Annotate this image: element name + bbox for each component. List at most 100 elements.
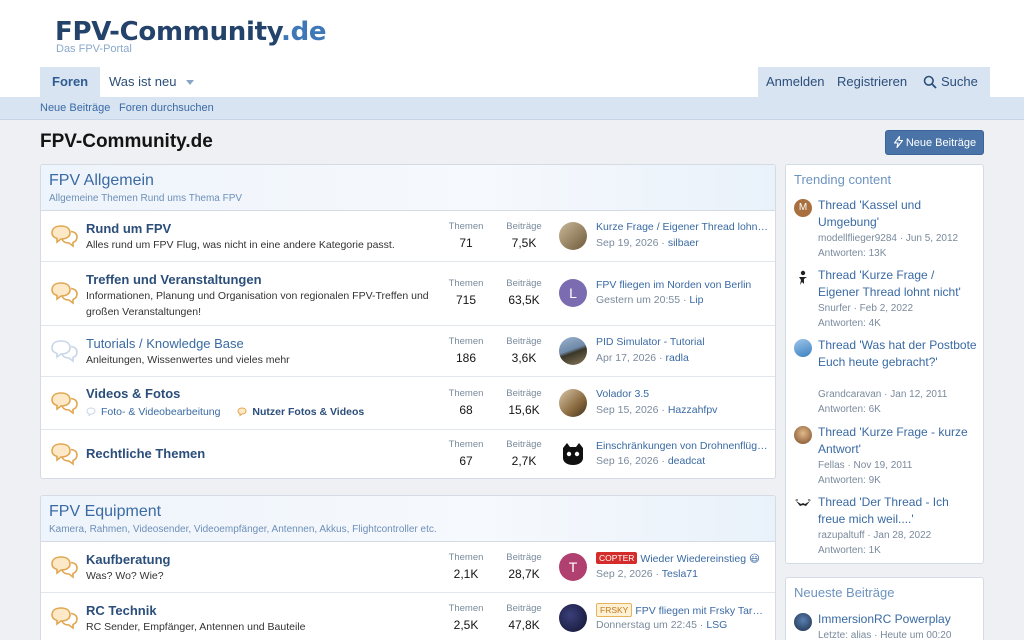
newest-title[interactable]: ImmersionRC Powerplay — [818, 611, 978, 628]
stat-beitraege: Beiträge 28,7K — [499, 552, 549, 581]
logo-tagline: Das FPV-Portal — [56, 43, 132, 55]
category-title[interactable]: FPV Equipment — [49, 503, 161, 521]
forum-row: RC Technik RC Sender, Empfänger, Antenne… — [41, 593, 775, 640]
last-post-date[interactable]: Sep 19, 2026 — [596, 237, 658, 249]
last-post-date[interactable]: Gestern um 20:55 — [596, 294, 680, 306]
last-post-user[interactable]: silbaer — [668, 237, 699, 249]
last-post: COPTER Wieder Wiedereinstieg 😃 — [596, 552, 760, 565]
last-post-date[interactable]: Sep 2, 2026 — [596, 568, 653, 580]
forum-title[interactable]: Rechtliche Themen — [86, 446, 205, 461]
stat-label: Themen — [448, 278, 484, 289]
last-post-title[interactable]: FPV fliegen mit Frsky Taranis — [635, 605, 768, 617]
last-post-title[interactable]: Volador 3.5 — [596, 388, 649, 400]
avatar[interactable] — [794, 496, 812, 514]
chat-bubbles-icon — [51, 443, 78, 466]
bolt-icon — [893, 135, 903, 149]
category-fpv-allgemein: FPV Allgemein Allgemeine Themen Rund ums… — [40, 164, 776, 479]
last-post-user[interactable]: LSG — [706, 619, 727, 631]
last-post-date[interactable]: Sep 15, 2026 — [596, 404, 658, 416]
trending-title[interactable]: Thread 'Der Thread - Ich freue mich weil… — [818, 494, 978, 528]
chat-bubbles-icon — [51, 225, 78, 248]
last-post-title[interactable]: PID Simulator - Tutorial — [596, 336, 705, 348]
trending-title[interactable]: Thread 'Kurze Frage - kurze Antwort' — [818, 424, 978, 458]
stat-beitraege: Beiträge 3,6K — [499, 336, 549, 365]
category-title[interactable]: FPV Allgemein — [49, 172, 154, 190]
newest-meta: Letzte: alias · Heute um 00:20 — [818, 630, 952, 640]
last-post-title[interactable]: Einschränkungen von Drohnenflügen — [596, 440, 768, 452]
prefix-badge[interactable]: COPTER — [596, 552, 638, 564]
forum-title[interactable]: Rund um FPV — [86, 221, 171, 236]
avatar[interactable]: M — [794, 199, 812, 217]
forum-title[interactable]: Treffen und Veranstaltungen — [86, 272, 262, 287]
search-forums-link[interactable]: Foren durchsuchen — [119, 97, 214, 119]
trending-item: M Thread 'Kassel und Umgebung' modellfli… — [794, 197, 980, 261]
chevron-down-icon[interactable] — [186, 80, 195, 86]
trending-meta: Grandcaravan · Jan 12, 2011 — [818, 389, 948, 400]
sub-forum-list: Foto- & Videobearbeitung Nutzer Fotos & … — [86, 406, 378, 418]
last-post-date[interactable]: Apr 17, 2026 — [596, 352, 656, 364]
last-post-meta: Sep 15, 2026 · Hazzahfpv — [596, 404, 718, 416]
stat-themen: Themen 2,1K — [441, 552, 491, 581]
last-post-user[interactable]: Hazzahfpv — [668, 404, 718, 416]
prefix-badge[interactable]: FRSKY — [596, 603, 633, 617]
trending-title[interactable]: Thread 'Kassel und Umgebung' — [818, 197, 978, 231]
last-post-user[interactable]: Lip — [689, 294, 703, 306]
stat-label: Beiträge — [506, 278, 542, 289]
chat-bubbles-icon — [51, 282, 78, 305]
last-post-date[interactable]: Sep 16, 2026 — [596, 455, 658, 467]
trending-title[interactable]: Thread 'Was hat der Postbote Euch heute … — [818, 337, 978, 371]
search-button[interactable]: Suche — [915, 67, 990, 97]
trending-replies: Antworten: 9K — [818, 475, 881, 486]
trending-item: Thread 'Kurze Frage - kurze Antwort' Fel… — [794, 424, 980, 488]
forum-title[interactable]: Tutorials / Knowledge Base — [86, 336, 244, 351]
stat-value: 63,5K — [508, 293, 540, 307]
forum-row: Videos & Fotos Foto- & Videobearbeitung … — [41, 377, 775, 430]
tab-was-ist-neu-label: Was ist neu — [109, 74, 177, 89]
tab-was-ist-neu[interactable]: Was ist neu — [97, 67, 206, 97]
sub-forum-link[interactable]: Foto- & Videobearbeitung — [86, 406, 220, 418]
stat-themen: Themen 67 — [441, 439, 491, 468]
last-post-meta: Gestern um 20:55 · Lip — [596, 294, 704, 306]
last-post-user[interactable]: Tesla71 — [662, 568, 698, 580]
avatar[interactable] — [794, 426, 812, 444]
last-post-date[interactable]: Donnerstag um 22:45 — [596, 619, 697, 631]
new-posts-link[interactable]: Neue Beiträge — [40, 97, 110, 119]
avatar[interactable]: L — [559, 279, 587, 307]
trending-title[interactable]: Thread 'Kurze Frage / Eigener Thread loh… — [818, 267, 978, 301]
forum-title[interactable]: Kaufberatung — [86, 552, 171, 567]
tab-foren[interactable]: Foren — [40, 67, 101, 97]
stat-beitraege: Beiträge 47,8K — [499, 603, 549, 632]
last-post-title[interactable]: Wieder Wiedereinstieg 😃 — [640, 553, 760, 565]
avatar[interactable] — [794, 269, 812, 287]
avatar[interactable] — [559, 604, 587, 632]
avatar[interactable] — [559, 389, 587, 417]
avatar[interactable] — [559, 337, 587, 365]
avatar[interactable]: T — [559, 553, 587, 581]
last-post: FRSKY FPV fliegen mit Frsky Taranis — [596, 603, 768, 617]
last-post-user[interactable]: radla — [665, 352, 688, 364]
stat-value: 28,7K — [508, 567, 540, 581]
forum-title[interactable]: Videos & Fotos — [86, 386, 180, 401]
forum-title[interactable]: RC Technik — [86, 603, 157, 618]
last-post-user[interactable]: deadcat — [668, 455, 705, 467]
chat-bubbles-read-icon — [51, 340, 78, 363]
new-posts-button[interactable]: Neue Beiträge — [885, 130, 984, 155]
avatar[interactable] — [559, 440, 587, 468]
chat-bubbles-icon — [51, 607, 78, 630]
last-post-title[interactable]: FPV fliegen im Norden von Berlin — [596, 279, 751, 291]
sub-forum-link[interactable]: Nutzer Fotos & Videos — [237, 406, 364, 418]
stat-value: 47,8K — [508, 618, 540, 632]
stat-themen: Themen 71 — [441, 221, 491, 250]
trending-meta: Fellas · Nov 19, 2011 — [818, 460, 913, 471]
avatar[interactable] — [794, 613, 812, 631]
avatar[interactable] — [794, 339, 812, 357]
avatar[interactable] — [559, 222, 587, 250]
login-button[interactable]: Anmelden — [758, 67, 833, 97]
stat-beitraege: Beiträge 15,6K — [499, 388, 549, 417]
last-post-title[interactable]: Kurze Frage / Eigener Thread lohnt nicht — [596, 221, 768, 233]
category-fpv-equipment: FPV Equipment Kamera, Rahmen, Videosende… — [40, 495, 776, 640]
stat-themen: Themen 715 — [441, 278, 491, 307]
forum-row: Rechtliche Themen Themen 67 Beiträge 2,7K … — [41, 430, 775, 478]
chat-bubbles-icon — [51, 556, 78, 579]
register-button[interactable]: Registrieren — [829, 67, 916, 97]
